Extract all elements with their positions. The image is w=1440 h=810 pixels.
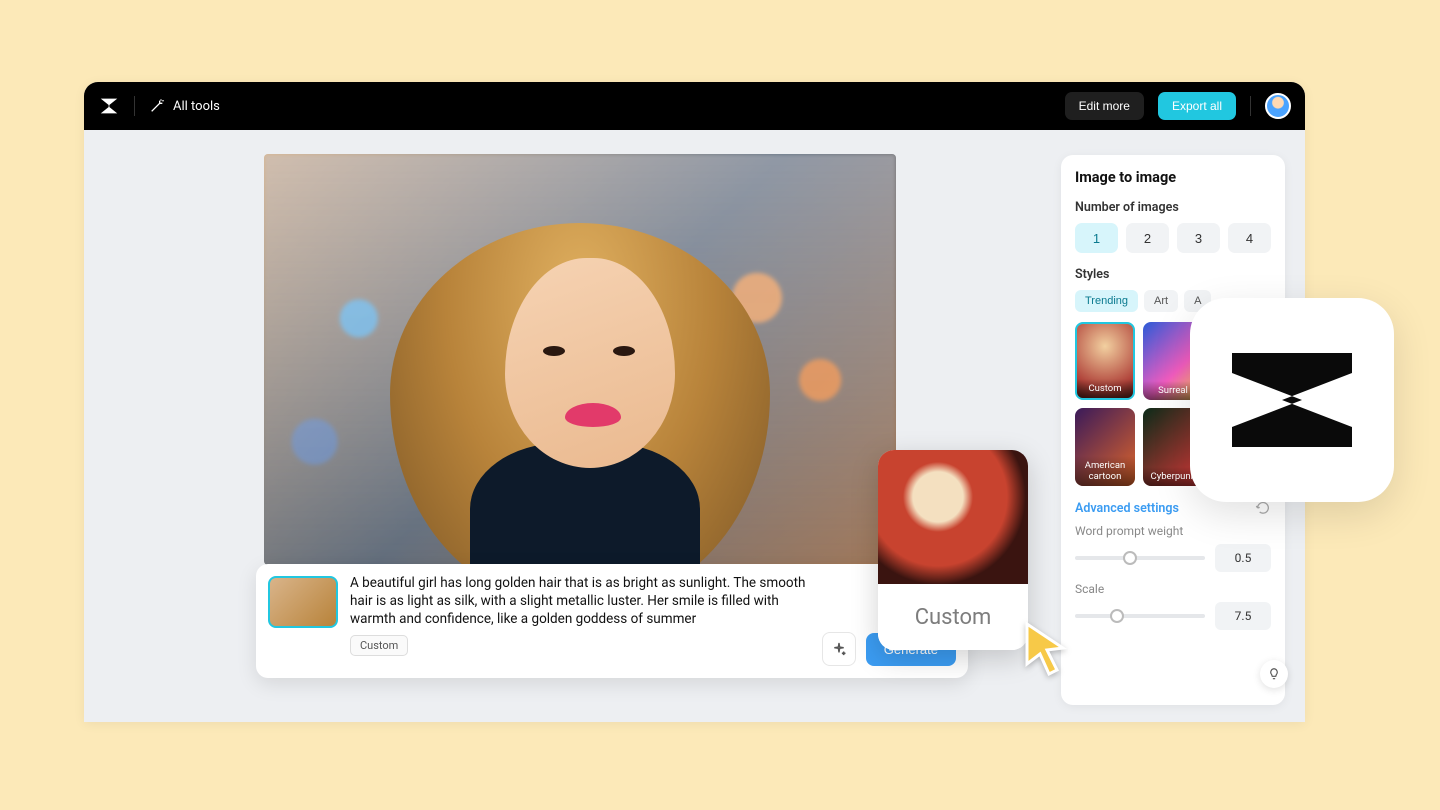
lightbulb-icon [1267, 667, 1281, 681]
advanced-settings-toggle[interactable]: Advanced settings [1075, 501, 1179, 516]
capcut-logo-card [1190, 298, 1394, 502]
separator [1250, 96, 1251, 116]
app-window: All tools Edit more Export all A beautif… [84, 82, 1305, 722]
prompt-textarea[interactable]: A beautiful girl has long golden hair th… [350, 574, 810, 629]
reset-icon[interactable] [1255, 500, 1271, 516]
num-images-4[interactable]: 4 [1228, 223, 1271, 253]
number-of-images-label: Number of images [1075, 200, 1271, 215]
num-images-1[interactable]: 1 [1075, 223, 1118, 253]
preview-image [264, 154, 896, 565]
enhance-prompt-button[interactable] [822, 632, 856, 666]
all-tools-label: All tools [173, 99, 220, 114]
tips-button[interactable] [1260, 660, 1288, 688]
topbar: All tools Edit more Export all [84, 82, 1305, 130]
style-tab-art[interactable]: Art [1144, 290, 1178, 312]
scale-value[interactable]: 7.5 [1215, 602, 1271, 630]
source-thumbnail[interactable] [268, 576, 338, 628]
word-prompt-weight-slider[interactable] [1075, 556, 1205, 560]
custom-style-preview [878, 450, 1028, 584]
edit-more-button[interactable]: Edit more [1065, 92, 1144, 120]
cursor-icon [1020, 620, 1070, 676]
panel-title: Image to image [1075, 169, 1271, 186]
num-images-3[interactable]: 3 [1177, 223, 1220, 253]
custom-style-label: Custom [878, 584, 1028, 650]
all-tools-button[interactable]: All tools [149, 98, 220, 114]
styles-label: Styles [1075, 267, 1271, 282]
capcut-logo-icon [98, 95, 120, 117]
style-card-custom[interactable]: Custom [1075, 322, 1135, 400]
scale-label: Scale [1075, 582, 1271, 596]
style-card-label: Custom [1077, 379, 1133, 398]
magic-wand-icon [149, 98, 165, 114]
export-all-button[interactable]: Export all [1158, 92, 1236, 120]
style-card-label: American cartoon [1075, 456, 1135, 486]
sparkle-icon [831, 641, 847, 657]
style-chip[interactable]: Custom [350, 635, 408, 656]
custom-style-overlay[interactable]: Custom [878, 450, 1028, 650]
capcut-logo-icon [1222, 345, 1362, 455]
style-card-american-cartoon[interactable]: American cartoon [1075, 408, 1135, 486]
separator [134, 96, 135, 116]
word-prompt-weight-value[interactable]: 0.5 [1215, 544, 1271, 572]
prompt-card: A beautiful girl has long golden hair th… [256, 564, 968, 678]
word-prompt-weight-label: Word prompt weight [1075, 524, 1271, 538]
num-images-2[interactable]: 2 [1126, 223, 1169, 253]
style-tab-trending[interactable]: Trending [1075, 290, 1138, 312]
scale-slider[interactable] [1075, 614, 1205, 618]
avatar[interactable] [1265, 93, 1291, 119]
